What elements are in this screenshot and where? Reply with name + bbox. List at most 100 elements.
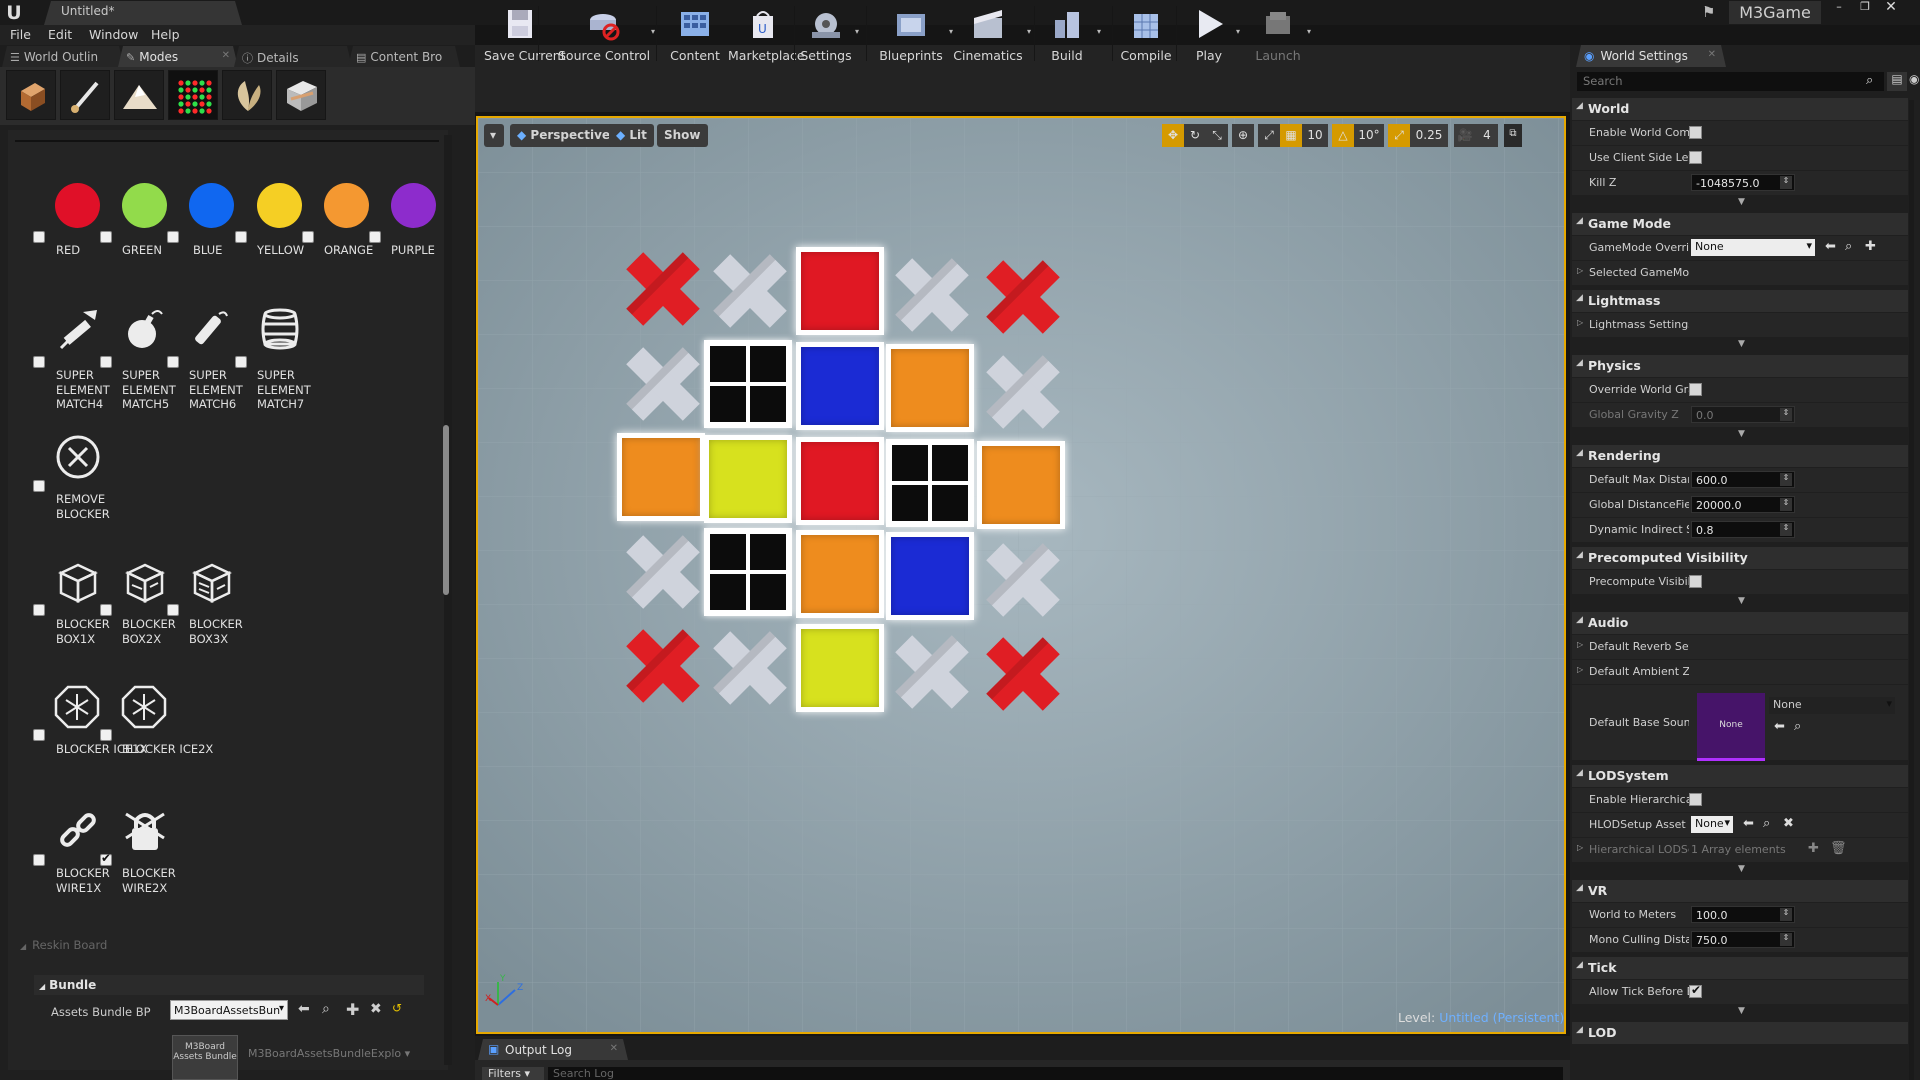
close-tab-icon[interactable]: ✕	[1708, 49, 1716, 60]
dropdown-arrow-icon[interactable]: ▾	[1097, 27, 1101, 36]
expand-arrow-icon[interactable]: ▷	[1577, 266, 1583, 275]
blocker-ice1x-checkbox[interactable]	[33, 729, 45, 741]
toolbar-compile-button[interactable]: Compile	[1118, 3, 1174, 65]
property-number-input[interactable]: 20000.0 ⇕	[1691, 496, 1795, 513]
property-number-input[interactable]: 0.8 ⇕	[1691, 521, 1795, 538]
color-blue-checkbox[interactable]	[167, 231, 179, 243]
tab-world-settings[interactable]: ◉ World Settings ✕	[1576, 45, 1726, 67]
property-checkbox[interactable]	[1689, 575, 1702, 588]
property-checkbox[interactable]	[1689, 383, 1702, 396]
spin-icon[interactable]: ⇕	[1780, 176, 1792, 189]
property-dropdown[interactable]: None	[1691, 239, 1815, 256]
show-advanced-icon[interactable]: ▼	[1738, 339, 1745, 349]
toolbar-content-button[interactable]: Content	[668, 3, 722, 65]
close-tab-icon[interactable]: ✕	[222, 50, 230, 61]
blocker-ice2x-checkbox[interactable]	[100, 729, 112, 741]
menu-help[interactable]: Help	[151, 27, 180, 42]
bundle-explorer-dropdown[interactable]: M3BoardAssetsBundleExplo ▾	[248, 1047, 410, 1060]
browse-search-icon[interactable]: ⌕	[1845, 239, 1852, 254]
toolbar-play-button[interactable]: Play ▾	[1185, 3, 1240, 65]
toolbar-marketplace-button[interactable]: U Marketplace	[728, 3, 805, 65]
section-world[interactable]: ◢ World	[1572, 98, 1908, 120]
section-vr[interactable]: ◢ VR	[1572, 880, 1908, 902]
blocker-box3x-checkbox[interactable]	[167, 604, 179, 616]
tab-modes[interactable]: ✎ Modes ✕	[118, 46, 238, 67]
view-list-icon[interactable]: ▤	[1887, 72, 1907, 91]
super-match5-checkbox[interactable]	[100, 356, 112, 368]
show-advanced-icon[interactable]: ▼	[1738, 596, 1745, 606]
super-match7-checkbox[interactable]	[235, 356, 247, 368]
add-icon[interactable]: ✚	[1808, 841, 1819, 856]
eye-icon[interactable]: ◉	[1909, 72, 1920, 91]
blocker-box1x-icon[interactable]	[55, 559, 101, 605]
spin-icon[interactable]: ⇕	[1780, 408, 1792, 421]
dynamite-icon[interactable]	[189, 306, 235, 352]
browse-search-icon[interactable]: ⌕	[322, 1001, 330, 1017]
blocker-wire2x-icon[interactable]	[122, 808, 168, 854]
color-orange-checkbox[interactable]	[302, 231, 314, 243]
color-red-swatch[interactable]	[55, 183, 100, 228]
property-number-input[interactable]: 100.0 ⇕	[1691, 906, 1795, 923]
color-blue-swatch[interactable]	[189, 183, 234, 228]
delete-icon[interactable]: 🗑	[1830, 841, 1847, 856]
remove-blocker-icon[interactable]	[55, 434, 101, 480]
expand-arrow-icon[interactable]: ▷	[1577, 665, 1583, 674]
use-selected-arrow-icon[interactable]: ⬅	[1825, 239, 1836, 254]
toolbar-save-button[interactable]: Save Current	[484, 3, 566, 65]
color-yellow-swatch[interactable]	[257, 183, 302, 228]
browse-search-icon[interactable]: ⌕	[1794, 719, 1801, 734]
property-checkbox[interactable]	[1689, 793, 1702, 806]
blocker-wire2x-checkbox[interactable]: ✔	[100, 851, 112, 866]
toolbar-launch-button[interactable]: Launch ▾	[1252, 3, 1311, 65]
use-selected-arrow-icon[interactable]: ⬅	[1743, 816, 1754, 831]
minimize-icon[interactable]: –	[1826, 0, 1852, 14]
show-advanced-icon[interactable]: ▼	[1738, 197, 1745, 207]
color-orange-swatch[interactable]	[324, 183, 369, 228]
section-audio[interactable]: ◢ Audio	[1572, 612, 1908, 634]
blocker-box2x-icon[interactable]	[122, 559, 168, 605]
browse-search-icon[interactable]: ⌕	[1763, 816, 1770, 831]
blocker-wire1x-checkbox[interactable]	[33, 854, 45, 866]
world-settings-search[interactable]: Search	[1577, 72, 1884, 91]
use-selected-arrow-icon[interactable]: ⬅	[298, 1001, 310, 1017]
maximize-icon[interactable]: ❐	[1852, 0, 1878, 14]
foliage-mode-button[interactable]	[222, 70, 272, 120]
barrel-icon[interactable]	[257, 306, 303, 352]
color-yellow-checkbox[interactable]	[235, 231, 247, 243]
use-selected-arrow-icon[interactable]: ⬅	[1774, 719, 1785, 734]
tab-output-log[interactable]: ▣ Output Log ✕	[478, 1039, 628, 1060]
section-lightmass[interactable]: ◢ Lightmass	[1572, 290, 1908, 312]
bomb-icon[interactable]	[122, 306, 168, 352]
landscape-mode-button[interactable]	[114, 70, 164, 120]
blocker-box2x-checkbox[interactable]	[100, 604, 112, 616]
spin-icon[interactable]: ⇕	[1780, 523, 1792, 536]
toolbar-settings-button[interactable]: Settings ▾	[800, 3, 859, 65]
dropdown-arrow-icon[interactable]: ▾	[1027, 27, 1031, 36]
paint-mode-button[interactable]	[60, 70, 110, 120]
firecracker-icon[interactable]	[55, 306, 101, 352]
blocker-box3x-icon[interactable]	[189, 559, 235, 605]
dropdown-arrow-icon[interactable]: ▾	[855, 27, 859, 36]
tab-details[interactable]: ⓘ Details	[234, 46, 352, 67]
clear-icon[interactable]: ✖	[1783, 816, 1794, 831]
color-red-checkbox[interactable]	[33, 231, 45, 243]
close-icon[interactable]: ✕	[1878, 0, 1904, 14]
dropdown-arrow-icon[interactable]: ▾	[651, 27, 655, 36]
property-checkbox[interactable]	[1689, 151, 1702, 164]
section-precomputed-visibility[interactable]: ◢ Precomputed Visibility	[1572, 547, 1908, 569]
log-search-input[interactable]: Search Log	[548, 1067, 1563, 1080]
expand-arrow-icon[interactable]: ▷	[1577, 318, 1583, 327]
blocker-box1x-checkbox[interactable]	[33, 604, 45, 616]
color-purple-swatch[interactable]	[391, 183, 436, 228]
property-dropdown[interactable]: None	[1691, 816, 1733, 833]
sound-dropdown[interactable]: None	[1769, 697, 1895, 714]
section-game-mode[interactable]: ◢ Game Mode	[1572, 213, 1908, 235]
spin-icon[interactable]: ⇕	[1780, 498, 1792, 511]
spin-icon[interactable]: ⇕	[1780, 933, 1792, 946]
section-physics[interactable]: ◢ Physics	[1572, 355, 1908, 377]
show-advanced-icon[interactable]: ▼	[1738, 429, 1745, 439]
close-tab-icon[interactable]: ✕	[610, 1043, 618, 1054]
section-rendering[interactable]: ◢ Rendering	[1572, 445, 1908, 467]
flag-icon[interactable]: ⚑	[1702, 3, 1718, 21]
color-purple-checkbox[interactable]	[369, 231, 381, 243]
